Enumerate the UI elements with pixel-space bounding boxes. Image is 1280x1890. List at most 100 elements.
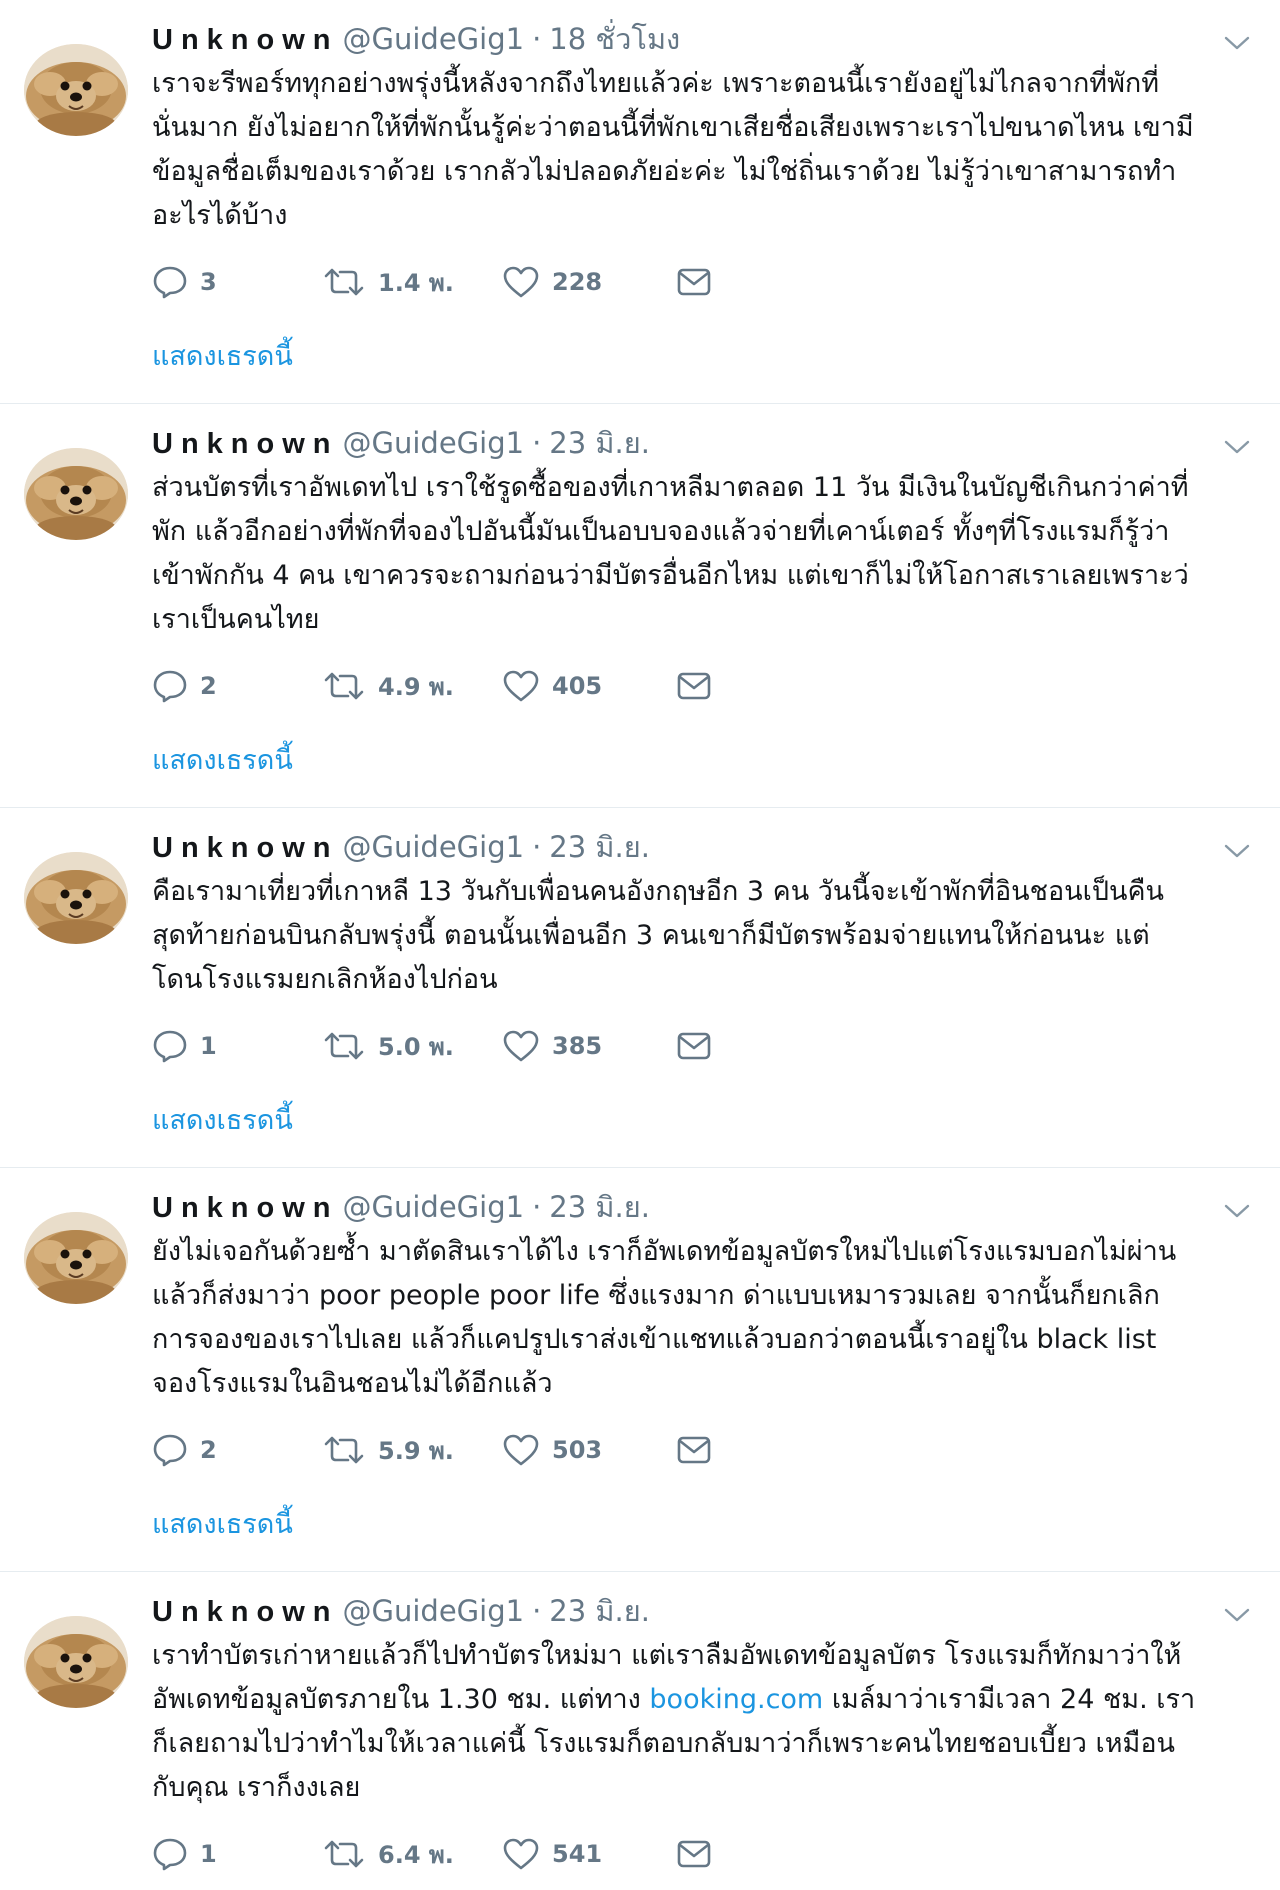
like-button[interactable]: 503	[502, 1433, 676, 1467]
reply-button[interactable]: 3	[152, 265, 322, 299]
like-count: 503	[552, 1436, 603, 1464]
tweet-header: Unknown @GuideGig1 · 23 มิ.ย.	[152, 1190, 1252, 1228]
like-count: 385	[552, 1032, 603, 1060]
like-count: 405	[552, 672, 603, 700]
retweet-count: 4.9 พ.	[378, 672, 454, 701]
retweet-button[interactable]: 1.4 พ.	[322, 263, 502, 302]
retweet-icon	[324, 672, 364, 700]
tweet-text: ส่วนบัตรที่เราอัพเดทไป เราใช้รูดซื้อของท…	[152, 472, 1189, 635]
envelope-icon	[677, 268, 711, 296]
tweet-timestamp[interactable]: 23 มิ.ย.	[549, 1594, 650, 1628]
separator-dot: ·	[532, 1190, 542, 1224]
tweet[interactable]: Unknown @GuideGig1 · 23 มิ.ย. คือเรามาเท…	[0, 808, 1280, 1168]
tweet-actions: 1 5.0 พ. 385	[152, 1024, 1252, 1068]
tweet-text: เราจะรีพอร์ททุกอย่างพรุ่งนี้หลังจากถึงไท…	[152, 68, 1194, 231]
avatar[interactable]	[24, 44, 128, 136]
envelope-icon	[677, 672, 711, 700]
avatar[interactable]	[24, 448, 128, 540]
user-handle[interactable]: @GuideGig1	[343, 426, 525, 460]
retweet-count: 6.4 พ.	[378, 1840, 454, 1869]
reply-icon	[153, 266, 187, 299]
chevron-down-icon	[1224, 440, 1250, 454]
reply-button[interactable]: 1	[152, 1837, 322, 1871]
avatar[interactable]	[24, 1212, 128, 1304]
reply-count: 1	[200, 1840, 217, 1868]
chevron-down-icon	[1224, 1204, 1250, 1218]
like-button[interactable]: 228	[502, 265, 676, 299]
retweet-button[interactable]: 6.4 พ.	[322, 1835, 502, 1874]
retweet-button[interactable]: 5.9 พ.	[322, 1431, 502, 1470]
show-thread-link[interactable]: แสดงเธรดนี้	[152, 1502, 293, 1545]
retweet-icon	[324, 1436, 364, 1464]
separator-dot: ·	[532, 22, 542, 56]
tweet-menu-button[interactable]	[1220, 434, 1254, 460]
avatar[interactable]	[24, 852, 128, 944]
show-thread-link[interactable]: แสดงเธรดนี้	[152, 738, 293, 781]
user-handle[interactable]: @GuideGig1	[343, 1190, 525, 1224]
tweet[interactable]: Unknown @GuideGig1 · 23 มิ.ย. เราทำบัตรเ…	[0, 1572, 1280, 1890]
reply-button[interactable]: 1	[152, 1029, 322, 1063]
tweet-timestamp[interactable]: 23 มิ.ย.	[549, 1190, 650, 1224]
tweet[interactable]: Unknown @GuideGig1 · 23 มิ.ย. ส่วนบัตรที…	[0, 404, 1280, 808]
tweet-actions: 2 5.9 พ. 503	[152, 1428, 1252, 1472]
pomeranian-avatar	[24, 44, 128, 136]
tweet-actions: 1 6.4 พ. 541	[152, 1832, 1252, 1876]
retweet-button[interactable]: 4.9 พ.	[322, 667, 502, 706]
tweet-header: Unknown @GuideGig1 · 23 มิ.ย.	[152, 1594, 1252, 1632]
tweet-header: Unknown @GuideGig1 · 18 ชั่วโมง	[152, 22, 1252, 60]
tweet-menu-button[interactable]	[1220, 1602, 1254, 1628]
direct-message-button[interactable]	[676, 267, 712, 297]
reply-button[interactable]: 2	[152, 669, 322, 703]
display-name[interactable]: Unknown	[152, 1191, 339, 1225]
tweet-menu-button[interactable]	[1220, 30, 1254, 56]
user-handle[interactable]: @GuideGig1	[343, 1594, 525, 1628]
user-handle[interactable]: @GuideGig1	[343, 830, 525, 864]
pomeranian-avatar	[24, 1212, 128, 1304]
tweet-timestamp[interactable]: 23 มิ.ย.	[549, 830, 650, 864]
envelope-icon	[677, 1032, 711, 1060]
tweet-timestamp[interactable]: 18 ชั่วโมง	[549, 22, 680, 56]
tweet[interactable]: Unknown @GuideGig1 · 23 มิ.ย. ยังไม่เจอก…	[0, 1168, 1280, 1572]
tweet-header: Unknown @GuideGig1 · 23 มิ.ย.	[152, 426, 1252, 464]
display-name[interactable]: Unknown	[152, 427, 339, 461]
retweet-button[interactable]: 5.0 พ.	[322, 1027, 502, 1066]
display-name[interactable]: Unknown	[152, 1595, 339, 1629]
reply-count: 3	[200, 268, 217, 296]
like-button[interactable]: 541	[502, 1837, 676, 1871]
like-count: 541	[552, 1840, 603, 1868]
reply-icon	[153, 1434, 187, 1467]
reply-count: 2	[200, 1436, 217, 1464]
display-name[interactable]: Unknown	[152, 23, 339, 57]
reply-button[interactable]: 2	[152, 1433, 322, 1467]
retweet-count: 1.4 พ.	[378, 268, 454, 297]
tweet-link[interactable]: booking.com	[649, 1684, 823, 1715]
user-handle[interactable]: @GuideGig1	[343, 22, 525, 56]
retweet-icon	[324, 268, 364, 296]
display-name[interactable]: Unknown	[152, 831, 339, 865]
tweet-menu-button[interactable]	[1220, 838, 1254, 864]
envelope-icon	[677, 1436, 711, 1464]
show-thread-link[interactable]: แสดงเธรดนี้	[152, 1098, 293, 1141]
avatar[interactable]	[24, 1616, 128, 1708]
tweet-timestamp[interactable]: 23 มิ.ย.	[549, 426, 650, 460]
pomeranian-avatar	[24, 448, 128, 540]
like-button[interactable]: 385	[502, 1029, 676, 1063]
show-thread-link[interactable]: แสดงเธรดนี้	[152, 334, 293, 377]
tweet-header: Unknown @GuideGig1 · 23 มิ.ย.	[152, 830, 1252, 868]
direct-message-button[interactable]	[676, 1435, 712, 1465]
retweet-icon	[324, 1032, 364, 1060]
heart-icon	[503, 670, 539, 702]
like-button[interactable]: 405	[502, 669, 676, 703]
timeline: Unknown @GuideGig1 · 18 ชั่วโมง เราจะรีพ…	[0, 0, 1280, 1890]
separator-dot: ·	[532, 1594, 542, 1628]
reply-icon	[153, 1030, 187, 1063]
direct-message-button[interactable]	[676, 1839, 712, 1869]
heart-icon	[503, 1030, 539, 1062]
tweet[interactable]: Unknown @GuideGig1 · 18 ชั่วโมง เราจะรีพ…	[0, 0, 1280, 404]
direct-message-button[interactable]	[676, 671, 712, 701]
separator-dot: ·	[532, 830, 542, 864]
retweet-count: 5.0 พ.	[378, 1032, 454, 1061]
chevron-down-icon	[1224, 844, 1250, 858]
direct-message-button[interactable]	[676, 1031, 712, 1061]
tweet-menu-button[interactable]	[1220, 1198, 1254, 1224]
